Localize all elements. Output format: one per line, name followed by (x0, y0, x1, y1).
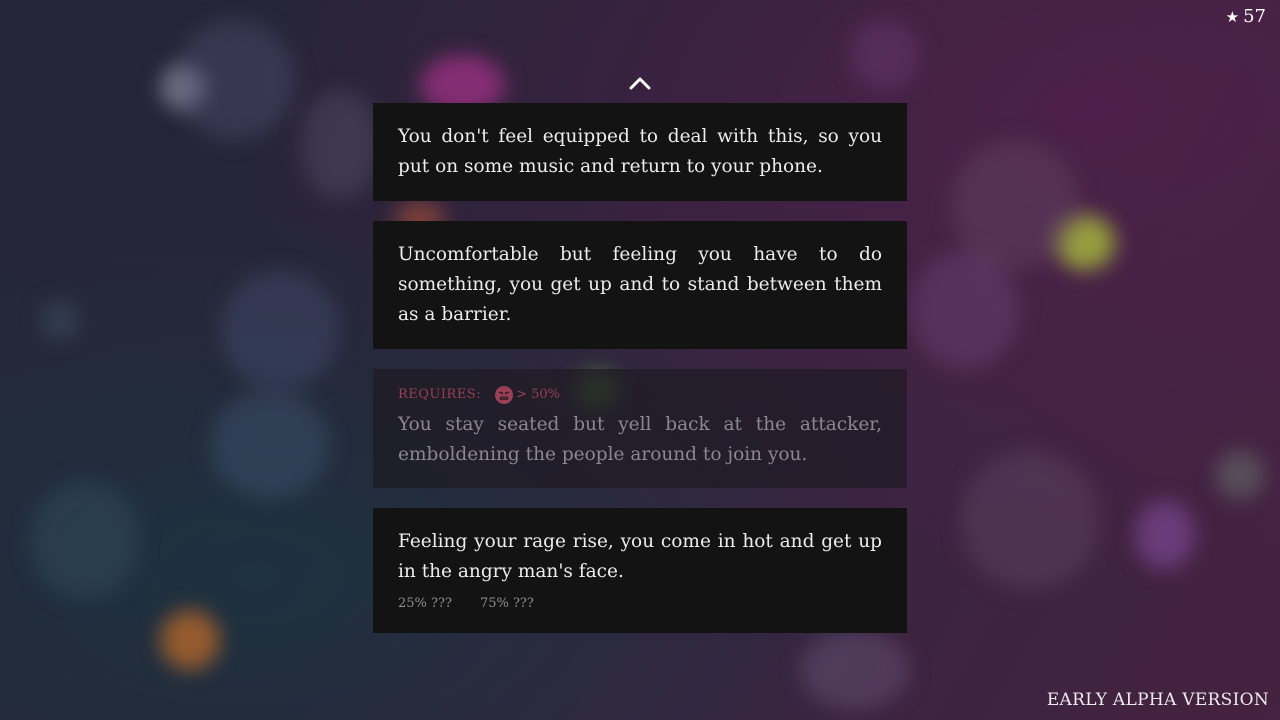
star-counter: ★ 57 (1226, 6, 1266, 27)
outcome-odds-item: 25% ??? (398, 596, 452, 611)
outcome-odds: 25% ??? 75% ??? (398, 595, 882, 613)
choice-text: You don't feel equipped to deal with thi… (398, 126, 882, 177)
requires-value: > 50% (516, 387, 561, 402)
star-count: 57 (1243, 6, 1266, 27)
bokeh-light (1215, 450, 1265, 500)
requirement-row: REQUIRES: > 50% (398, 384, 882, 406)
version-label: EARLY ALPHA VERSION (1046, 690, 1269, 710)
choice-option-1[interactable]: You don't feel equipped to deal with thi… (373, 103, 907, 201)
bokeh-light (40, 300, 80, 340)
rage-face-icon (495, 386, 514, 404)
chevron-up-icon[interactable] (628, 72, 652, 94)
outcome-odds-item: 75% ??? (479, 596, 534, 611)
bokeh-light (175, 20, 295, 140)
choice-text: Feeling your rage rise, you come in hot … (398, 531, 882, 582)
star-icon: ★ (1225, 7, 1240, 26)
bokeh-light (210, 390, 330, 500)
choice-option-3-locked: REQUIRES: > 50% You stay seated but yell… (373, 369, 907, 488)
choice-text: You stay seated but yell back at the att… (398, 414, 882, 465)
choice-list: You don't feel equipped to deal with thi… (373, 103, 907, 653)
bokeh-light (910, 250, 1020, 370)
choice-text: Uncomfortable but feeling you have to do… (398, 244, 882, 325)
bokeh-light (30, 480, 140, 600)
requires-label: REQUIRES: (398, 387, 482, 402)
bokeh-light (300, 90, 380, 200)
choice-option-4[interactable]: Feeling your rage rise, you come in hot … (373, 508, 907, 633)
bokeh-light (960, 450, 1100, 590)
bokeh-light (850, 20, 920, 90)
choice-option-2[interactable]: Uncomfortable but feeling you have to do… (373, 221, 907, 349)
bokeh-light (220, 270, 340, 390)
bokeh-light (1135, 500, 1195, 570)
bokeh-light (160, 610, 220, 670)
